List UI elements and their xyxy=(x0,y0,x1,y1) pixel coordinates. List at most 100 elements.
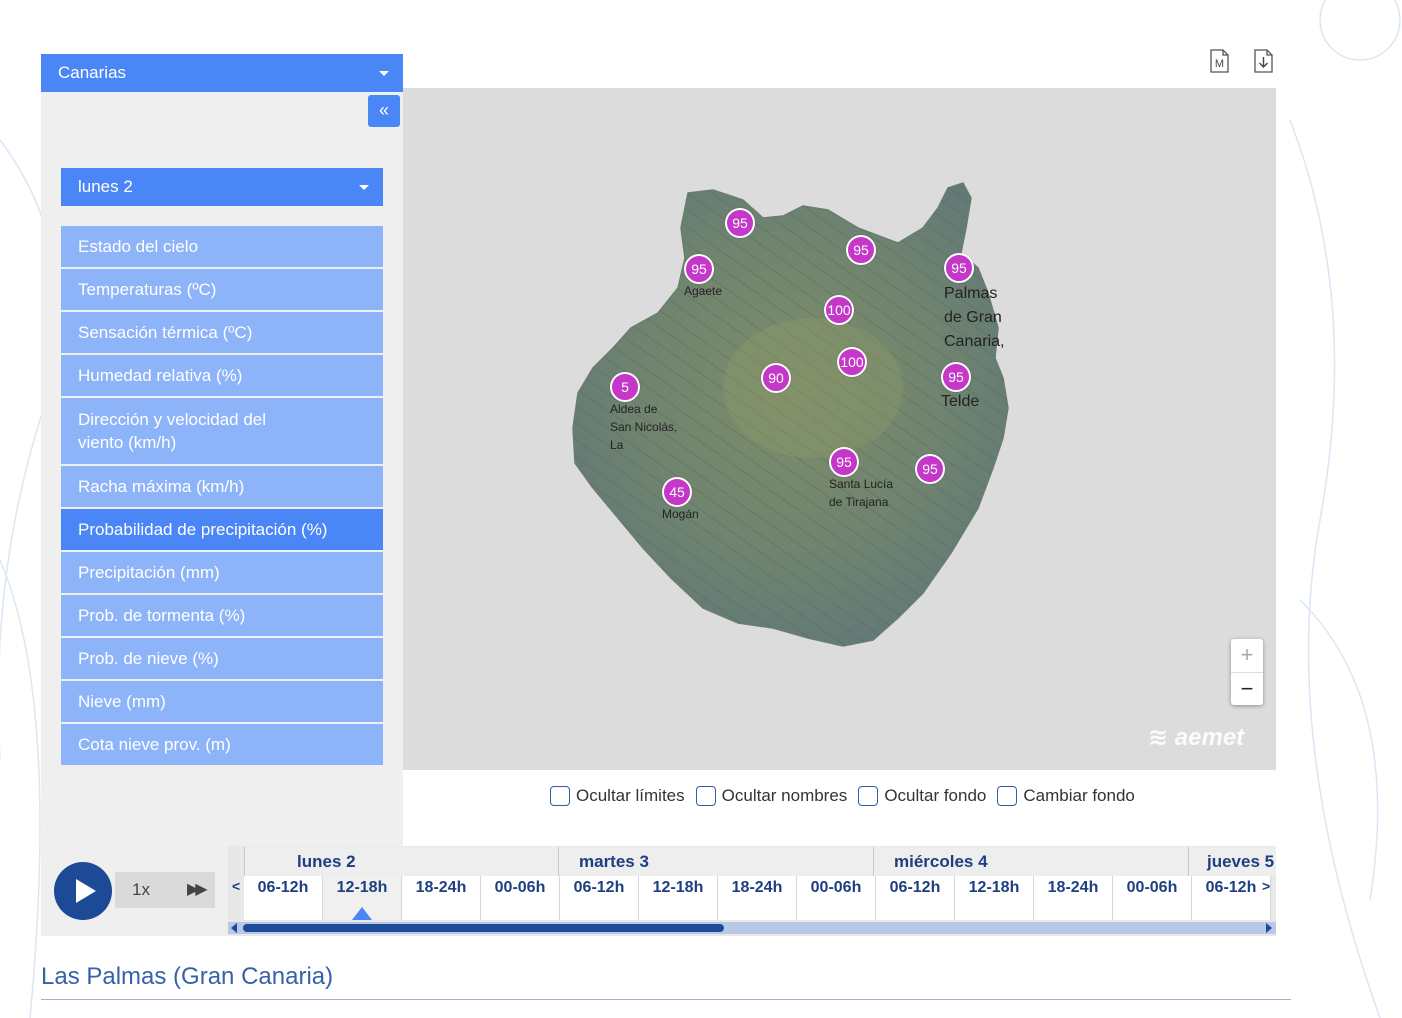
variable-label: Prob. de tormenta (%) xyxy=(78,606,246,625)
timeline-day: martes 3 xyxy=(558,847,873,876)
variable-item-prob-precipitacion[interactable]: Probabilidad de precipitación (%) xyxy=(61,509,383,550)
option-change-background[interactable]: Cambiar fondo xyxy=(997,786,1135,806)
place-label: Canaria, xyxy=(944,333,1005,350)
timeline-day: miércoles 4 xyxy=(873,847,1188,876)
download-map-icon[interactable]: M xyxy=(1210,49,1229,73)
scroll-thumb[interactable] xyxy=(243,924,724,932)
chevron-down-icon xyxy=(379,71,389,76)
timeline-prev-icon[interactable]: < xyxy=(232,878,240,894)
timeline-slot[interactable]: 06-12h xyxy=(560,876,639,920)
place-label: La xyxy=(610,438,624,452)
timeline-slot[interactable]: 00-06h xyxy=(481,876,560,920)
fast-forward-icon[interactable]: ▶▶ xyxy=(187,872,208,908)
variable-item-racha[interactable]: Racha máxima (km/h) xyxy=(61,466,383,507)
scroll-left-icon[interactable] xyxy=(231,923,237,933)
place-label: Agaete xyxy=(684,284,723,298)
map[interactable]: 95 95 95 95 100 100 90 5 95 95 95 45 Aga… xyxy=(403,88,1276,770)
timeline-slot[interactable]: 12-18h xyxy=(323,876,402,920)
zoom-in-button[interactable]: + xyxy=(1231,639,1263,673)
timeline: lunes 2 martes 3 miércoles 4 jueves 5 < … xyxy=(228,846,1276,936)
timeline-slot[interactable]: 06-12h xyxy=(244,876,323,920)
option-hide-background[interactable]: Ocultar fondo xyxy=(858,786,986,806)
place-label: Palmas xyxy=(944,285,998,302)
variable-label: Humedad relativa (%) xyxy=(78,366,243,385)
timeline-slot[interactable]: 18-24h xyxy=(718,876,797,920)
place-label: Mogán xyxy=(662,507,699,521)
variable-label: Temperaturas (ºC) xyxy=(78,280,217,299)
map-marker[interactable]: 90 xyxy=(761,363,791,393)
speed-label: 1x xyxy=(132,880,150,899)
timeline-slot[interactable]: 06-12h xyxy=(876,876,955,920)
play-button[interactable] xyxy=(54,862,112,920)
map-marker[interactable]: 95 xyxy=(725,208,755,238)
timeline-slot[interactable]: 18-24h xyxy=(1034,876,1113,920)
variable-item-viento[interactable]: Dirección y velocidad del viento (km/h) xyxy=(61,398,383,464)
map-marker[interactable]: 45 xyxy=(662,477,692,507)
timeline-slot[interactable]: 06-12h xyxy=(1192,876,1271,920)
variable-label: Racha máxima (km/h) xyxy=(78,477,245,496)
variable-label: viento (km/h) xyxy=(78,433,177,452)
variable-label: Dirección y velocidad del xyxy=(78,410,267,429)
download-icon[interactable] xyxy=(1254,49,1273,73)
checkbox[interactable] xyxy=(997,786,1018,806)
zoom-out-button[interactable]: − xyxy=(1231,673,1263,706)
timeline-next-icon[interactable]: > xyxy=(1262,878,1270,894)
variable-label: Estado del cielo xyxy=(78,237,199,256)
timeline-day: lunes 2 xyxy=(244,847,558,876)
variable-item-precipitacion[interactable]: Precipitación (mm) xyxy=(61,552,383,593)
variable-label: Nieve (mm) xyxy=(78,692,166,711)
region-select[interactable]: Canarias xyxy=(41,54,403,92)
checkbox[interactable] xyxy=(550,786,570,806)
timeline-slot[interactable]: 12-18h xyxy=(955,876,1034,920)
timeline-slot[interactable]: 12-18h xyxy=(639,876,718,920)
variable-item-humedad[interactable]: Humedad relativa (%) xyxy=(61,355,383,396)
variable-item-cota-nieve[interactable]: Cota nieve prov. (m) xyxy=(61,724,383,765)
map-marker[interactable]: 95 xyxy=(829,447,859,477)
option-label: Cambiar fondo xyxy=(1023,786,1135,805)
map-marker[interactable]: 95 xyxy=(684,254,714,284)
place-label: Santa Lucía xyxy=(829,477,894,491)
timeline-days: lunes 2 martes 3 miércoles 4 jueves 5 xyxy=(244,847,1276,876)
checkbox[interactable] xyxy=(858,786,879,806)
chevron-down-icon xyxy=(359,185,369,190)
map-marker[interactable]: 5 xyxy=(610,372,640,402)
day-select-value: lunes 2 xyxy=(78,177,133,196)
timeline-slots: 06-12h 12-18h 18-24h 00-06h 06-12h 12-18h 18-2… xyxy=(244,876,1276,920)
variable-item-prob-tormenta[interactable]: Prob. de tormenta (%) xyxy=(61,595,383,636)
option-label: Ocultar fondo xyxy=(884,786,987,805)
map-marker[interactable]: 95 xyxy=(944,253,974,283)
map-marker[interactable]: 95 xyxy=(941,362,971,392)
variable-item-temperaturas[interactable]: Temperaturas (ºC) xyxy=(61,269,383,310)
collapse-sidebar-button[interactable]: « xyxy=(368,95,400,127)
option-hide-names[interactable]: Ocultar nombres xyxy=(695,786,848,806)
map-options: Ocultar límites Ocultar nombres Ocultar … xyxy=(550,784,1146,808)
variable-menu: Estado del cielo Temperaturas (ºC) Sensa… xyxy=(61,226,383,767)
double-chevron-left-icon: « xyxy=(378,100,389,120)
variable-item-estado-cielo[interactable]: Estado del cielo xyxy=(61,226,383,267)
map-marker[interactable]: 100 xyxy=(824,295,854,325)
timeline-slot[interactable]: 00-06h xyxy=(797,876,876,920)
map-marker[interactable]: 95 xyxy=(915,454,945,484)
region-select-value: Canarias xyxy=(58,63,127,82)
timeline-slot[interactable]: 00-06h xyxy=(1113,876,1192,920)
speed-control[interactable]: 1x ▶▶ xyxy=(115,872,215,908)
option-hide-limits[interactable]: Ocultar límites xyxy=(550,786,685,806)
zoom-control: + − xyxy=(1231,639,1263,705)
option-label: Ocultar nombres xyxy=(721,786,848,805)
scroll-right-icon[interactable] xyxy=(1266,923,1272,933)
variable-label: Cota nieve prov. (m) xyxy=(78,735,231,754)
map-marker[interactable]: 100 xyxy=(837,347,867,377)
variable-item-sensacion-termica[interactable]: Sensación térmica (ºC) xyxy=(61,312,383,353)
variable-item-nieve[interactable]: Nieve (mm) xyxy=(61,681,383,722)
timeline-scrollbar[interactable] xyxy=(228,922,1276,934)
map-marker[interactable]: 95 xyxy=(846,235,876,265)
checkbox[interactable] xyxy=(695,786,716,806)
variable-label: Sensación térmica (ºC) xyxy=(78,323,253,342)
timeline-slot[interactable]: 18-24h xyxy=(402,876,481,920)
station-title: Las Palmas (Gran Canaria) xyxy=(41,963,334,990)
divider xyxy=(41,999,1291,1000)
variable-label: Prob. de nieve (%) xyxy=(78,649,219,668)
day-select[interactable]: lunes 2 xyxy=(61,168,383,206)
place-label: de Tirajana xyxy=(829,495,889,509)
variable-item-prob-nieve[interactable]: Prob. de nieve (%) xyxy=(61,638,383,679)
